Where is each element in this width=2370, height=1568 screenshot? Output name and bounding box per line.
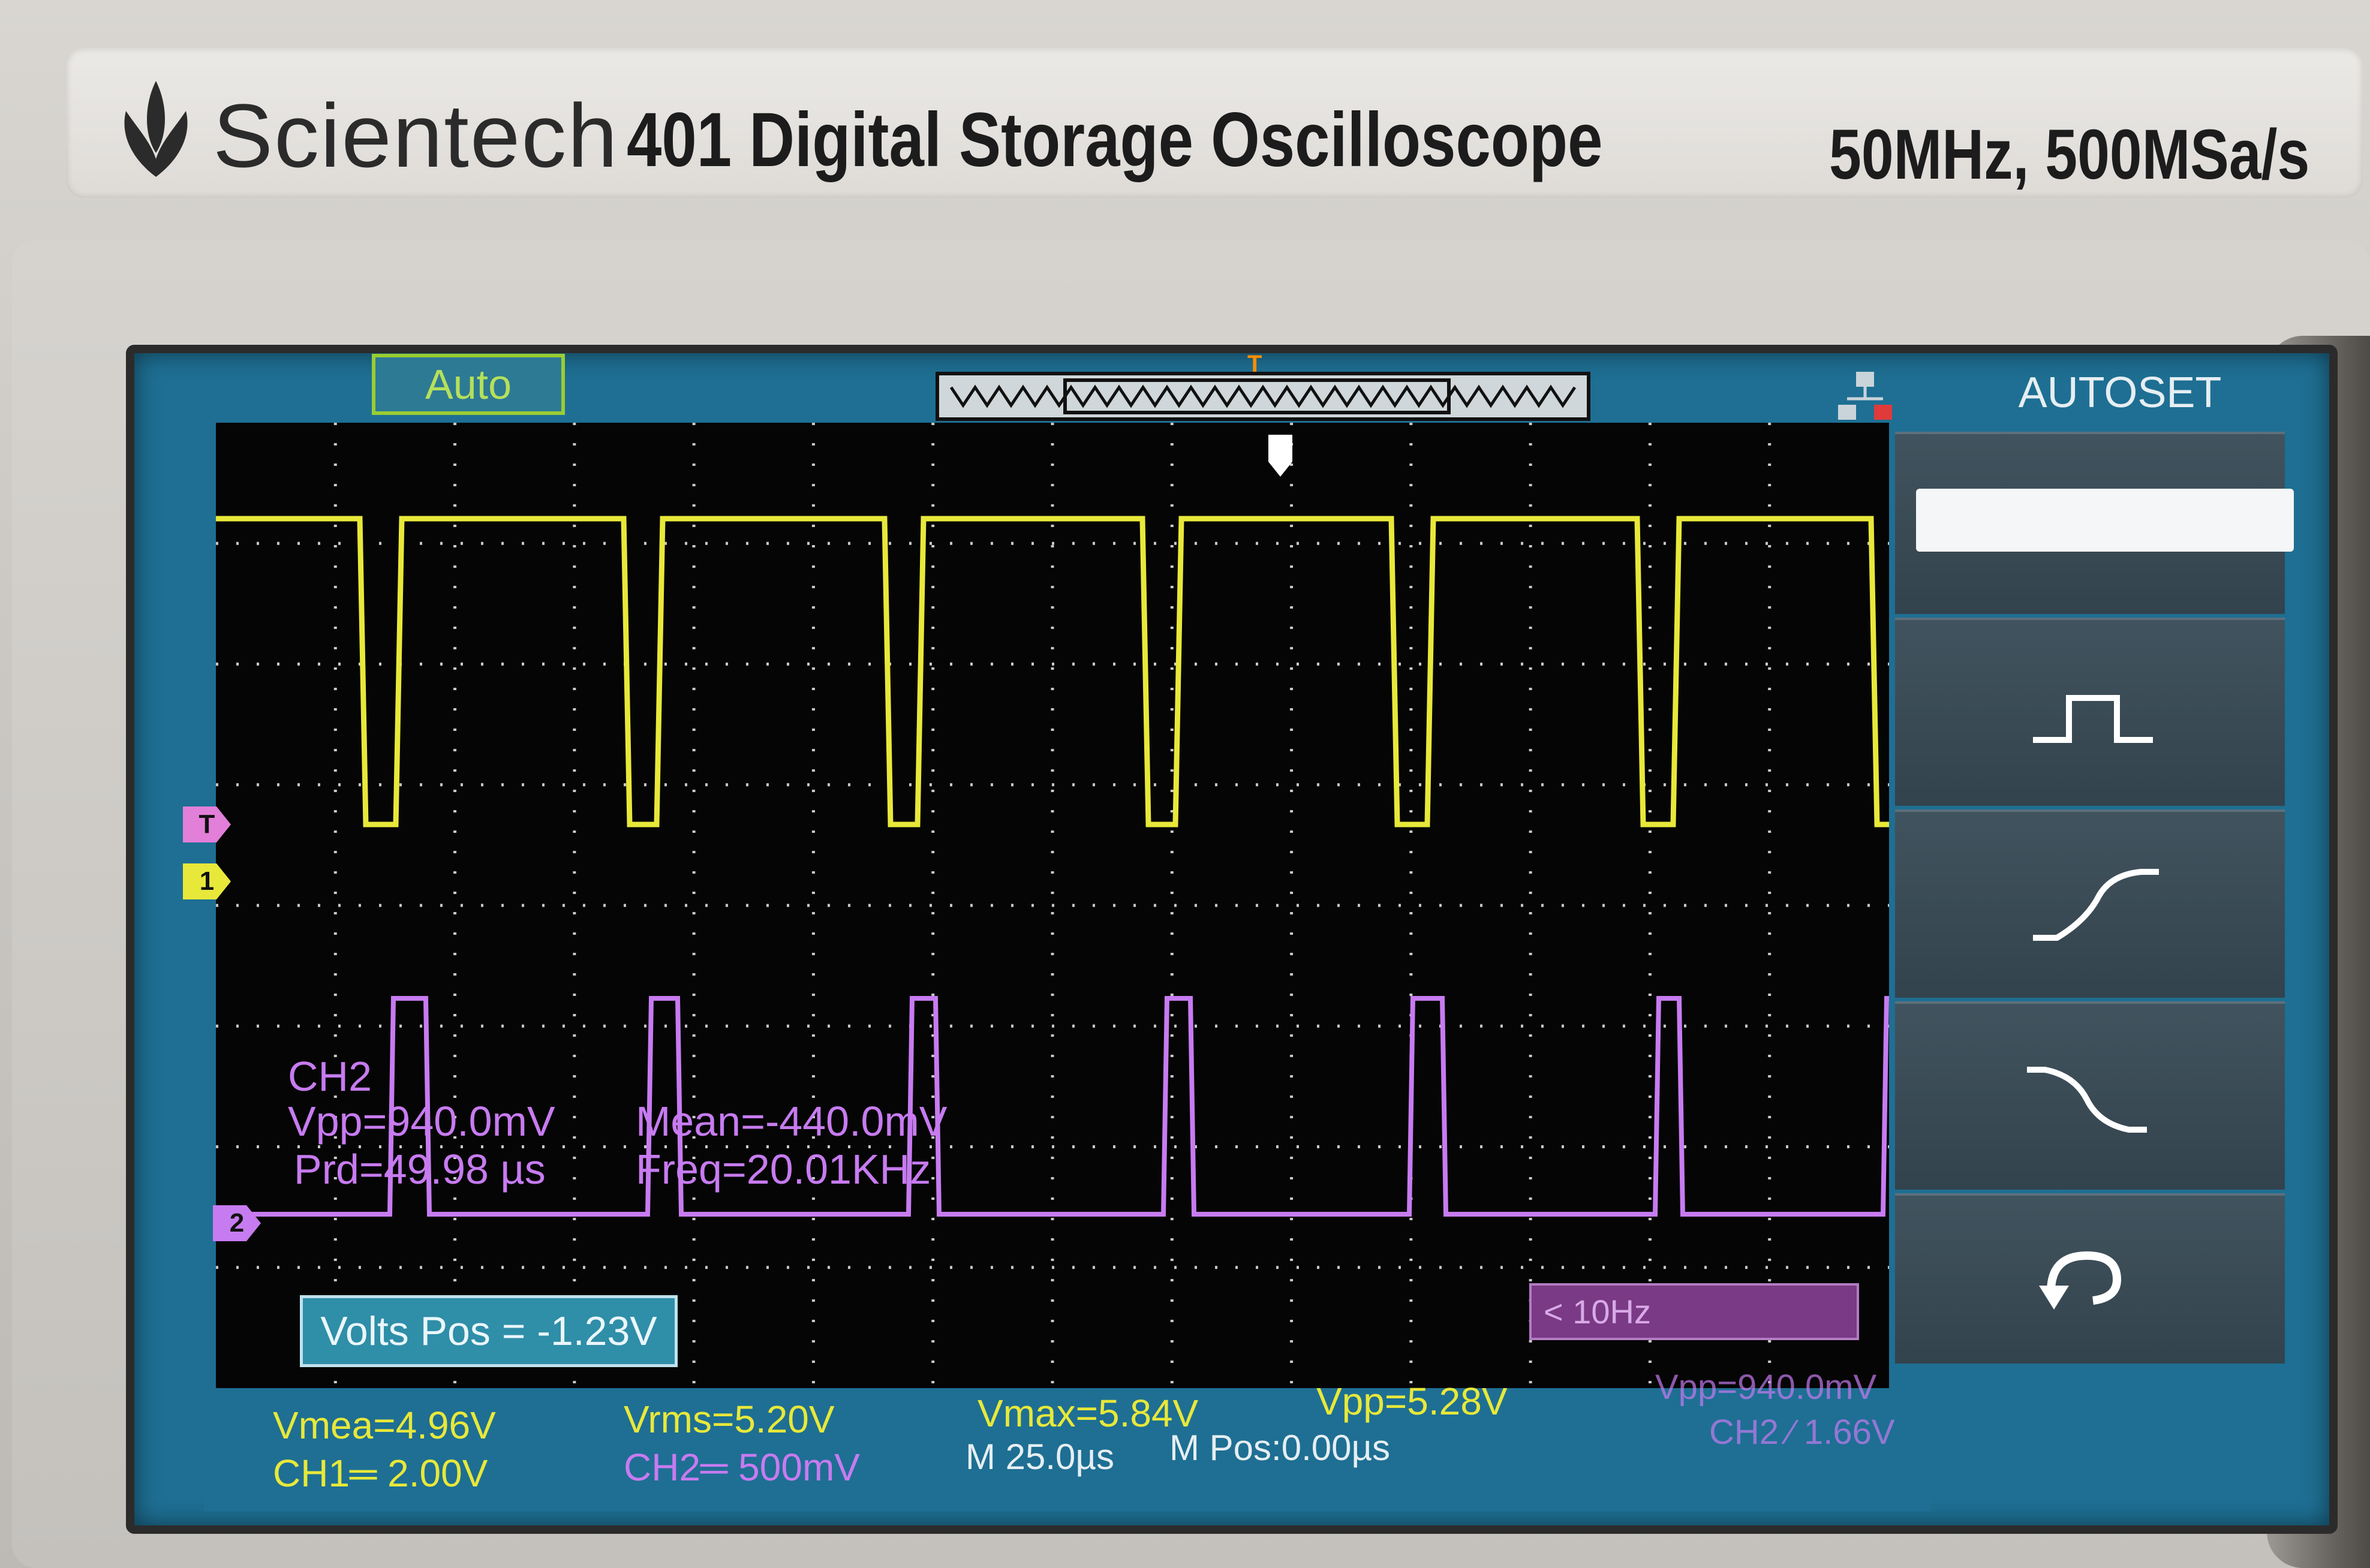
ch2-frequency: Freq=20.01KHz — [636, 1146, 931, 1193]
waveform-grid — [216, 423, 1889, 1388]
trigger-time-marker-icon — [1268, 435, 1292, 477]
falling-edge-icon — [2027, 1067, 2147, 1133]
spec-label: 50MHz, 500MSa/s — [1829, 115, 2310, 194]
ch2-scale: CH2═ 500mV — [624, 1446, 860, 1489]
brand-name: Scientech — [213, 85, 619, 186]
menu-item-undo[interactable] — [1895, 1193, 2285, 1364]
undo-icon — [2039, 1251, 2122, 1310]
timebase-readout: M 25.0µs — [966, 1437, 1114, 1477]
ch1-scale: CH1═ 2.00V — [273, 1452, 488, 1495]
ch1-vmax: Vmax=5.84V — [978, 1392, 1199, 1435]
usb-network-icon — [1838, 372, 1892, 420]
waveform-plot — [216, 423, 1889, 1388]
ch2-label: CH2 — [288, 1053, 372, 1100]
ch1-waveform — [216, 516, 1889, 827]
menu-item-rising-edge[interactable] — [1895, 809, 2285, 998]
ch1-vpp: Vpp=5.28V — [1316, 1380, 1508, 1423]
ch1-vmean: Vmea=4.96V — [273, 1404, 496, 1447]
acquisition-mode-badge: Auto — [372, 354, 565, 415]
scientech-logo-icon — [124, 81, 188, 177]
rising-edge-icon — [2033, 869, 2159, 941]
model-title: 401 Digital Storage Oscilloscope — [627, 97, 1603, 183]
menu-item-falling-edge[interactable] — [1895, 1001, 2285, 1190]
frequency-counter: < 10Hz — [1529, 1283, 1859, 1340]
single-pulse-icon — [2033, 695, 2153, 743]
memory-waveform-icon — [949, 378, 1577, 414]
ch1-vrms: Vrms=5.20V — [624, 1398, 835, 1441]
trigger-readout: CH2 ∕ 1.66V — [1709, 1413, 1895, 1452]
multi-cycle-icon — [1916, 489, 2294, 552]
ch2-mean: Mean=-440.0mV — [636, 1098, 948, 1145]
timebase-overview-strip — [936, 372, 1590, 421]
trigger-position-marker: T — [1247, 351, 1262, 377]
ch2-vpp: Vpp=940.0mV — [288, 1098, 555, 1145]
menu-item-single-pulse[interactable] — [1895, 618, 2285, 806]
autoset-menu-title: AUTOSET — [2018, 369, 2222, 417]
ch2-vpp-readout: Vpp=940.0mV — [1655, 1368, 1877, 1407]
volts-position-readout: Volts Pos = -1.23V — [300, 1295, 678, 1367]
horizontal-position-readout: M Pos:0.00µs — [1169, 1428, 1391, 1468]
ch2-period: Prd=49.98 µs — [294, 1146, 546, 1193]
